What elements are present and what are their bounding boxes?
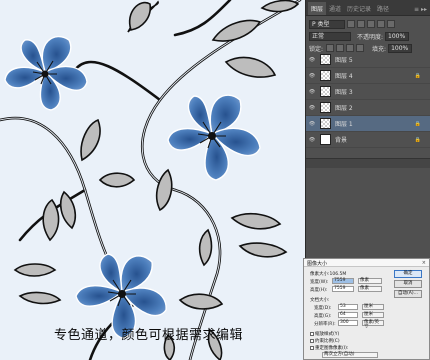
eye-icon[interactable]: 👁 [306,89,318,95]
layer-name: 背景 [335,137,348,144]
resample-method-select[interactable]: 两次立方(自动) [322,352,378,358]
lock-icon: 🔒 [414,136,421,143]
layer-thumbnail [320,102,331,113]
layer-name: 图层 4 [335,73,353,80]
panel-footer [306,158,430,168]
layer-row[interactable]: 👁 背景 🔒 [306,132,430,148]
ok-button[interactable]: 确定 [394,270,422,278]
eye-icon[interactable]: 👁 [306,121,318,127]
constrain-checkbox[interactable]: 约束比例(C) [310,338,340,344]
doc-height-input[interactable]: 64 [338,312,358,318]
layer-row[interactable]: 👁 图层 5 [306,52,430,68]
doc-height-unit-select[interactable]: 厘米 [362,312,384,318]
layer-row[interactable]: 👁 图层 2 [306,100,430,116]
doc-size-label: 文档大小: [310,298,330,303]
filter-text-icon[interactable] [367,20,375,28]
width-unit-select[interactable]: 像素 [358,278,382,284]
filter-row: P 类型 [306,18,430,30]
lock-transparent-icon[interactable] [326,44,335,52]
layer-name: 图层 5 [335,57,353,64]
layer-name: 图层 1 [335,121,353,128]
filter-shape-icon[interactable] [377,20,385,28]
cancel-button[interactable]: 取消 [394,280,422,288]
eye-icon[interactable]: 👁 [306,137,318,143]
filter-pixel-icon[interactable] [347,20,355,28]
artwork-canvas[interactable]: 专色通道，颜色可根据需求编辑 [0,0,305,360]
layer-row[interactable]: 👁 图层 1 🔒 [306,116,430,132]
opacity-input[interactable]: 100% [385,31,410,41]
layer-name: 图层 3 [335,89,353,96]
lock-icon: 🔒 [414,120,421,127]
doc-width-label: 宽度(D): [314,306,332,311]
close-icon[interactable]: × [422,260,426,266]
image-size-dialog: 图像大小 × 像素大小:106.5M 宽度(W): 7559 像素 高度(H):… [303,258,430,360]
width-input[interactable]: 7559 [332,278,354,284]
pixel-size-label: 像素大小:106.5M [310,272,347,277]
blend-mode-select[interactable]: 正常 [309,31,351,41]
lock-pixels-icon[interactable] [336,44,345,52]
tab-channels[interactable]: 通道 [326,2,344,15]
dialog-titlebar: 图像大小 × [304,259,429,267]
eye-icon[interactable]: 👁 [306,57,318,63]
height-unit-select[interactable]: 像素 [358,286,382,292]
scale-styles-checkbox[interactable]: 缩放样式(Y) [310,331,339,337]
floral-pattern-illustration [0,0,302,360]
eye-icon[interactable]: 👁 [306,105,318,111]
height-label: 高度(H): [310,288,328,293]
tab-paths[interactable]: 路径 [374,2,392,15]
layer-row[interactable]: 👁 图层 4 🔒 [306,68,430,84]
layer-thumbnail [320,70,331,81]
resample-checkbox[interactable]: 重定图像像素(I): [310,345,348,351]
layer-thumbnail [320,118,331,129]
filter-smart-icon[interactable] [387,20,395,28]
caption-text: 专色通道，颜色可根据需求编辑 [54,328,244,343]
layer-thumbnail [320,86,331,97]
doc-width-unit-select[interactable]: 厘米 [362,304,384,310]
filter-adjust-icon[interactable] [357,20,365,28]
width-label: 宽度(W): [310,280,329,285]
eye-icon[interactable]: 👁 [306,73,318,79]
panel-tabs: 图层 通道 历史记录 路径 ≡ ▸▸ [306,0,430,16]
layer-filter-select[interactable]: P 类型 [309,19,345,29]
opacity-label: 不透明度: [357,33,384,41]
tab-layers[interactable]: 图层 [308,2,327,15]
doc-height-label: 高度(G): [314,314,332,319]
layer-row[interactable]: 👁 图层 3 [306,84,430,100]
lock-icon: 🔒 [414,72,421,79]
auto-button[interactable]: 自动(A)... [394,290,422,298]
tab-history[interactable]: 历史记录 [344,2,374,15]
lock-all-icon[interactable] [356,44,365,52]
doc-width-input[interactable]: 53 [338,304,358,310]
resolution-input[interactable]: 300 [338,320,358,326]
layer-list: 👁 图层 5 👁 图层 4 🔒 👁 图层 3 👁 图层 2 👁 图层 1 🔒 👁 背景 🔒 [306,52,430,148]
dialog-title: 图像大小 [307,261,328,267]
resolution-unit-select[interactable]: 像素/英寸 [362,320,384,329]
blend-row: 正常 不透明度: 100% [306,30,430,42]
panel-menu-icon[interactable]: ≡ ▸▸ [411,4,430,15]
height-input[interactable]: 7559 [332,286,354,292]
lock-position-icon[interactable] [346,44,355,52]
layer-name: 图层 2 [335,105,353,112]
resolution-label: 分辨率(R): [314,322,336,327]
layer-thumbnail [320,134,331,145]
layer-thumbnail [320,54,331,65]
